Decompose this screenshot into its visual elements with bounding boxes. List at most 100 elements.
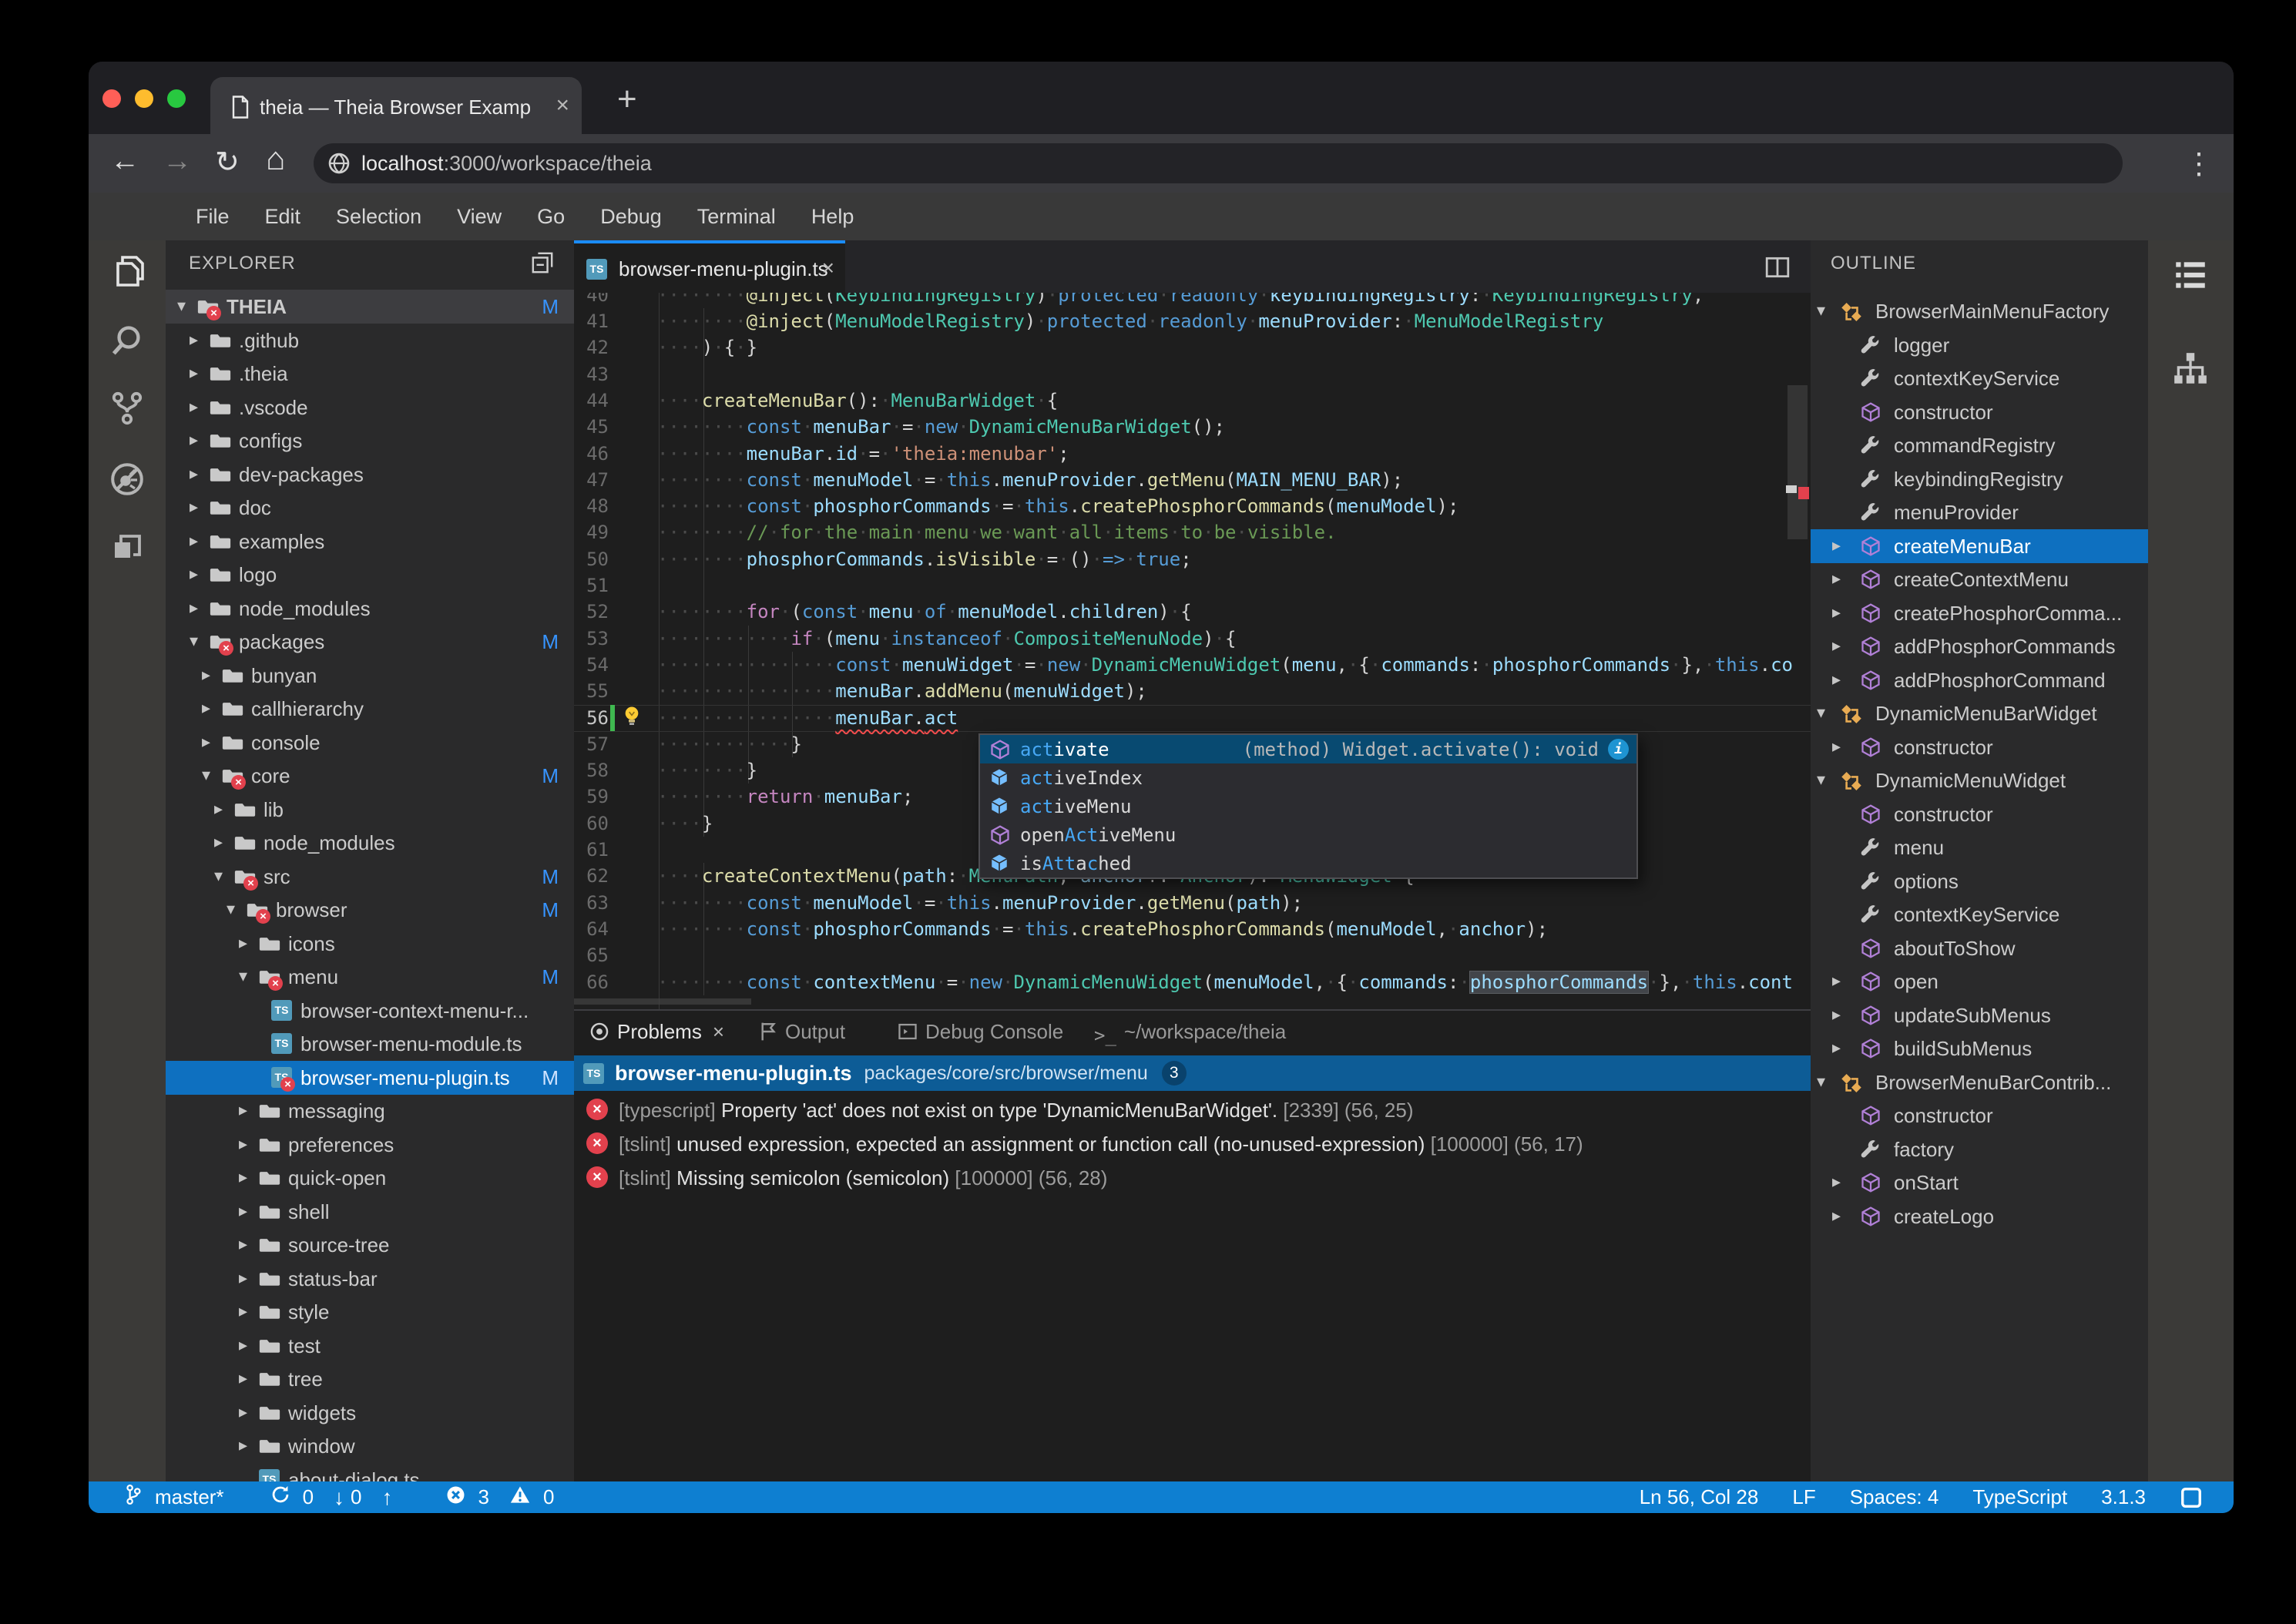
chevron-right-icon[interactable]: ▸: [190, 464, 198, 484]
tree-row-examples[interactable]: ▸ examples: [166, 525, 574, 559]
outline-row-addphosphorcommands[interactable]: ▸ addPhosphorCommands: [1811, 629, 2148, 663]
suggest-item-activeIndex[interactable]: activeIndex: [980, 763, 1636, 792]
chevron-right-icon[interactable]: ▸: [239, 1100, 247, 1120]
tree-row-browser[interactable]: ▾ browser × M: [166, 893, 574, 927]
chevron-right-icon[interactable]: ▸: [1832, 569, 1841, 589]
menubar-item-view[interactable]: View: [439, 205, 519, 229]
collapse-all-icon[interactable]: [531, 251, 554, 274]
chevron-right-icon[interactable]: ▸: [239, 1201, 247, 1221]
chevron-right-icon[interactable]: ▸: [1832, 1005, 1841, 1025]
menubar-item-selection[interactable]: Selection: [318, 205, 439, 229]
back-icon[interactable]: ←: [110, 145, 139, 178]
problem-row[interactable]: × [tslint] Missing semicolon (semicolon) …: [574, 1160, 1811, 1194]
chevron-right-icon[interactable]: ▸: [1832, 636, 1841, 656]
suggest-item-isAttached[interactable]: isAttached: [980, 849, 1636, 877]
chevron-right-icon[interactable]: ▸: [1832, 1172, 1841, 1192]
code-line-49[interactable]: 49 ········//·for·the·main·menu·we·want·a…: [574, 519, 1811, 546]
chevron-right-icon[interactable]: ▸: [190, 363, 198, 383]
macos-close-button[interactable]: [102, 89, 121, 108]
chevron-right-icon[interactable]: ▸: [239, 933, 247, 953]
tree-row-doc[interactable]: ▸ doc: [166, 491, 574, 525]
code-line-63[interactable]: 63 ········const·menuModel·=·this.menuPro…: [574, 890, 1811, 917]
chevron-right-icon[interactable]: ▸: [190, 598, 198, 618]
tree-row-configs[interactable]: ▸ configs: [166, 424, 574, 458]
menubar-item-edit[interactable]: Edit: [247, 205, 319, 229]
chevron-down-icon[interactable]: ▾: [227, 899, 235, 919]
code-line-45[interactable]: 45 ········const·menuBar·=·new·DynamicMen…: [574, 414, 1811, 441]
panel-tab-close-icon[interactable]: ×: [713, 1020, 724, 1043]
code-line-56[interactable]: 56 ················menuBar.act: [574, 704, 1811, 732]
suggest-item-activeMenu[interactable]: activeMenu: [980, 792, 1636, 820]
status-arrow-down[interactable]: ↓ 0: [334, 1485, 361, 1510]
chevron-right-icon[interactable]: ▸: [190, 330, 198, 350]
chevron-right-icon[interactable]: ▸: [190, 497, 198, 517]
chevron-right-icon[interactable]: ▸: [202, 698, 210, 718]
status-right-4[interactable]: 3.1.3: [2101, 1485, 2146, 1509]
status-right-3[interactable]: TypeScript: [1972, 1485, 2067, 1509]
tree-row-preferences[interactable]: ▸ preferences: [166, 1128, 574, 1162]
forward-icon[interactable]: →: [163, 145, 192, 178]
chevron-down-icon[interactable]: ▾: [177, 296, 186, 316]
status-right-2[interactable]: Spaces: 4: [1850, 1485, 1939, 1509]
chevron-right-icon[interactable]: ▸: [1832, 535, 1841, 555]
code-line-66[interactable]: 66 ········const·contextMenu·=·new·Dynami…: [574, 969, 1811, 996]
browser-menu-icon[interactable]: ⋮: [2184, 146, 2214, 181]
tree-row-node-modules[interactable]: ▸ node_modules: [166, 826, 574, 860]
outline-row-updatesubmenus[interactable]: ▸ updateSubMenus: [1811, 998, 2148, 1032]
chevron-right-icon[interactable]: ▸: [1832, 737, 1841, 757]
chevron-right-icon[interactable]: ▸: [214, 799, 223, 819]
outline-row-constructor[interactable]: ▸ constructor: [1811, 730, 2148, 764]
outline-row-constructor[interactable]: constructor: [1811, 1099, 2148, 1132]
reload-icon[interactable]: ↻: [215, 145, 240, 180]
panel-tab-problems[interactable]: Problems ×: [589, 1020, 724, 1047]
tree-row-browser-context-menu-r-[interactable]: TS browser-context-menu-r...: [166, 994, 574, 1028]
code-line-48[interactable]: 48 ········const·phosphorCommands·=·this.…: [574, 493, 1811, 520]
tree-row-packages[interactable]: ▾ packages × M: [166, 625, 574, 659]
menubar-item-help[interactable]: Help: [794, 205, 872, 229]
split-editor-icon[interactable]: [1764, 254, 1791, 280]
chevron-right-icon[interactable]: ▸: [239, 1234, 247, 1254]
outline-row-browsermenubarcontrib-[interactable]: ▾ BrowserMenuBarContrib...: [1811, 1065, 2148, 1099]
outline-row-contextkeyservice[interactable]: contextKeyService: [1811, 898, 2148, 931]
info-icon[interactable]: i: [1608, 739, 1629, 760]
panel-tab-output[interactable]: Output: [759, 1020, 845, 1047]
home-icon[interactable]: ⌂: [266, 140, 285, 177]
chevron-right-icon[interactable]: ▸: [190, 430, 198, 450]
debug-disabled-icon[interactable]: [109, 461, 146, 498]
chevron-right-icon[interactable]: ▸: [214, 832, 223, 852]
code-line-40[interactable]: 40 ········@inject(KeybindingRegistry)·pr…: [574, 293, 1811, 309]
outline-row-addphosphorcommand[interactable]: ▸ addPhosphorCommand: [1811, 663, 2148, 697]
code-line-54[interactable]: 54 ················const·menuWidget·=·new…: [574, 652, 1811, 679]
outline-row-open[interactable]: ▸ open: [1811, 965, 2148, 998]
problem-row[interactable]: × [typescript] Property 'act' does not ex…: [574, 1092, 1811, 1126]
menubar-item-go[interactable]: Go: [519, 205, 582, 229]
chevron-right-icon[interactable]: ▸: [1832, 1038, 1841, 1058]
outline-row-contextkeyservice[interactable]: contextKeyService: [1811, 361, 2148, 395]
chevron-down-icon[interactable]: ▾: [1817, 703, 1825, 723]
new-tab-button[interactable]: +: [617, 80, 637, 119]
outline-row-menu[interactable]: menu: [1811, 830, 2148, 864]
tree-row-node-modules[interactable]: ▸ node_modules: [166, 592, 574, 626]
tree-row-test[interactable]: ▸ test: [166, 1329, 574, 1363]
chevron-down-icon[interactable]: ▾: [214, 866, 223, 886]
tree-row-shell[interactable]: ▸ shell: [166, 1195, 574, 1229]
outline-row-factory[interactable]: factory: [1811, 1132, 2148, 1166]
code-line-55[interactable]: 55 ················menuBar.addMenu(menuWi…: [574, 678, 1811, 705]
chevron-right-icon[interactable]: ▸: [239, 1134, 247, 1154]
outline-row-constructor[interactable]: constructor: [1811, 797, 2148, 831]
chevron-right-icon[interactable]: ▸: [202, 732, 210, 752]
status-branch[interactable]: master*: [124, 1484, 224, 1511]
chevron-right-icon[interactable]: ▸: [190, 531, 198, 551]
outline-row-options[interactable]: options: [1811, 864, 2148, 898]
outline-row-createcontextmenu[interactable]: ▸ createContextMenu: [1811, 562, 2148, 596]
macos-minimize-button[interactable]: [135, 89, 153, 108]
tree-row-lib[interactable]: ▸ lib: [166, 793, 574, 827]
suggest-item-activate[interactable]: activate (method) Widget.activate(): void…: [980, 735, 1636, 763]
chevron-right-icon[interactable]: ▸: [239, 1368, 247, 1388]
tree-row-src[interactable]: ▾ src × M: [166, 860, 574, 894]
status-arrow-up[interactable]: ↑: [382, 1485, 399, 1510]
chevron-right-icon[interactable]: ▸: [202, 665, 210, 685]
feedback-icon[interactable]: [2180, 1486, 2203, 1509]
status-right-0[interactable]: Ln 56, Col 28: [1640, 1485, 1759, 1509]
chevron-down-icon[interactable]: ▾: [190, 631, 198, 651]
